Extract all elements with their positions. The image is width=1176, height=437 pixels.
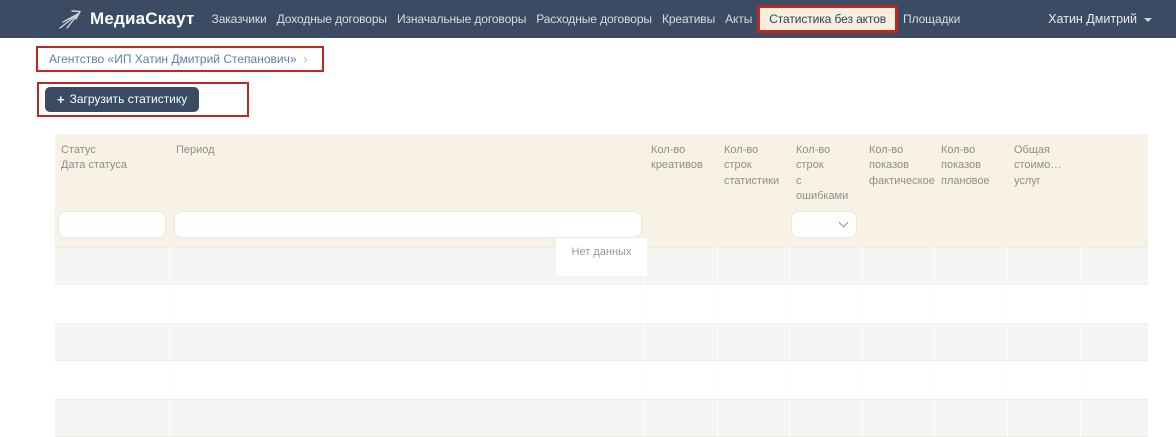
chevron-right-icon: › — [303, 52, 308, 66]
table-row — [55, 361, 1148, 399]
column-header-total-cost: Общая стоимо… услуг — [1014, 144, 1062, 187]
plus-icon: + — [57, 91, 65, 107]
status-filter-input[interactable] — [59, 211, 165, 237]
nav-item-creatives[interactable]: Креативы — [659, 8, 718, 30]
column-header-stat-rows-count: Кол-во строк статистики — [724, 144, 780, 187]
nav-item-platforms[interactable]: Площадки — [900, 8, 963, 30]
column-header-period: Период — [176, 144, 215, 156]
empty-state: Нет данных — [555, 238, 648, 276]
table-row — [55, 285, 1148, 323]
top-navbar: МедиаСкаут Заказчики Доходные договоры И… — [0, 0, 1176, 38]
nav-item-income-contracts[interactable]: Доходные договоры — [274, 8, 390, 30]
user-name: Хатин Дмитрий — [1048, 12, 1137, 26]
annotation-box-breadcrumb: Агентство «ИП Хатин Дмитрий Степанович» … — [36, 46, 324, 72]
user-menu[interactable]: Хатин Дмитрий — [1048, 0, 1152, 38]
brand-name[interactable]: МедиаСкаут — [90, 9, 195, 29]
caret-down-icon — [1144, 18, 1152, 22]
column-header-impressions-actual: Кол-во показов фактическое — [869, 144, 935, 187]
nav-item-expense-contracts[interactable]: Расходные договоры — [533, 8, 655, 30]
error-rows-filter-select[interactable] — [792, 211, 856, 237]
main-nav: Заказчики Доходные договоры Изначальные … — [209, 5, 968, 33]
filter-row — [55, 211, 1148, 237]
upload-statistics-button[interactable]: + Загрузить статистику — [45, 87, 200, 112]
statistics-table: Статус Дата статуса Период Кол-во креати… — [55, 134, 1148, 437]
column-header-impressions-planned: Кол-во показов плановое — [941, 144, 990, 187]
page-content: Агентство «ИП Хатин Дмитрий Степанович» … — [0, 38, 1176, 437]
nav-item-initial-contracts[interactable]: Изначальные договоры — [394, 8, 529, 30]
annotation-box-active-nav: Статистика без актов — [757, 5, 899, 33]
chevron-down-icon — [838, 217, 849, 228]
upload-statistics-label: Загрузить статистику — [69, 92, 188, 106]
period-filter-input[interactable] — [175, 211, 641, 237]
column-header-error-rows-count: Кол-во строк с ошибками — [796, 144, 849, 203]
breadcrumb-agency-link[interactable]: Агентство «ИП Хатин Дмитрий Степанович» — [49, 52, 297, 66]
nav-item-statistics-without-acts[interactable]: Статистика без актов — [760, 8, 896, 30]
annotation-box-upload-button: + Загрузить статистику — [37, 82, 250, 117]
table-row — [55, 322, 1148, 361]
brand-logo-icon — [58, 6, 84, 32]
table-header: Статус Дата статуса Период Кол-во креати… — [55, 134, 1148, 247]
nav-item-customers[interactable]: Заказчики — [209, 8, 270, 30]
column-header-creatives-count: Кол-во креативов — [651, 144, 703, 172]
column-header-actions — [1081, 141, 1148, 205]
column-header-status-date: Статус Дата статуса — [61, 144, 127, 172]
nav-item-acts[interactable]: Акты — [722, 8, 755, 30]
table-row — [55, 398, 1148, 437]
